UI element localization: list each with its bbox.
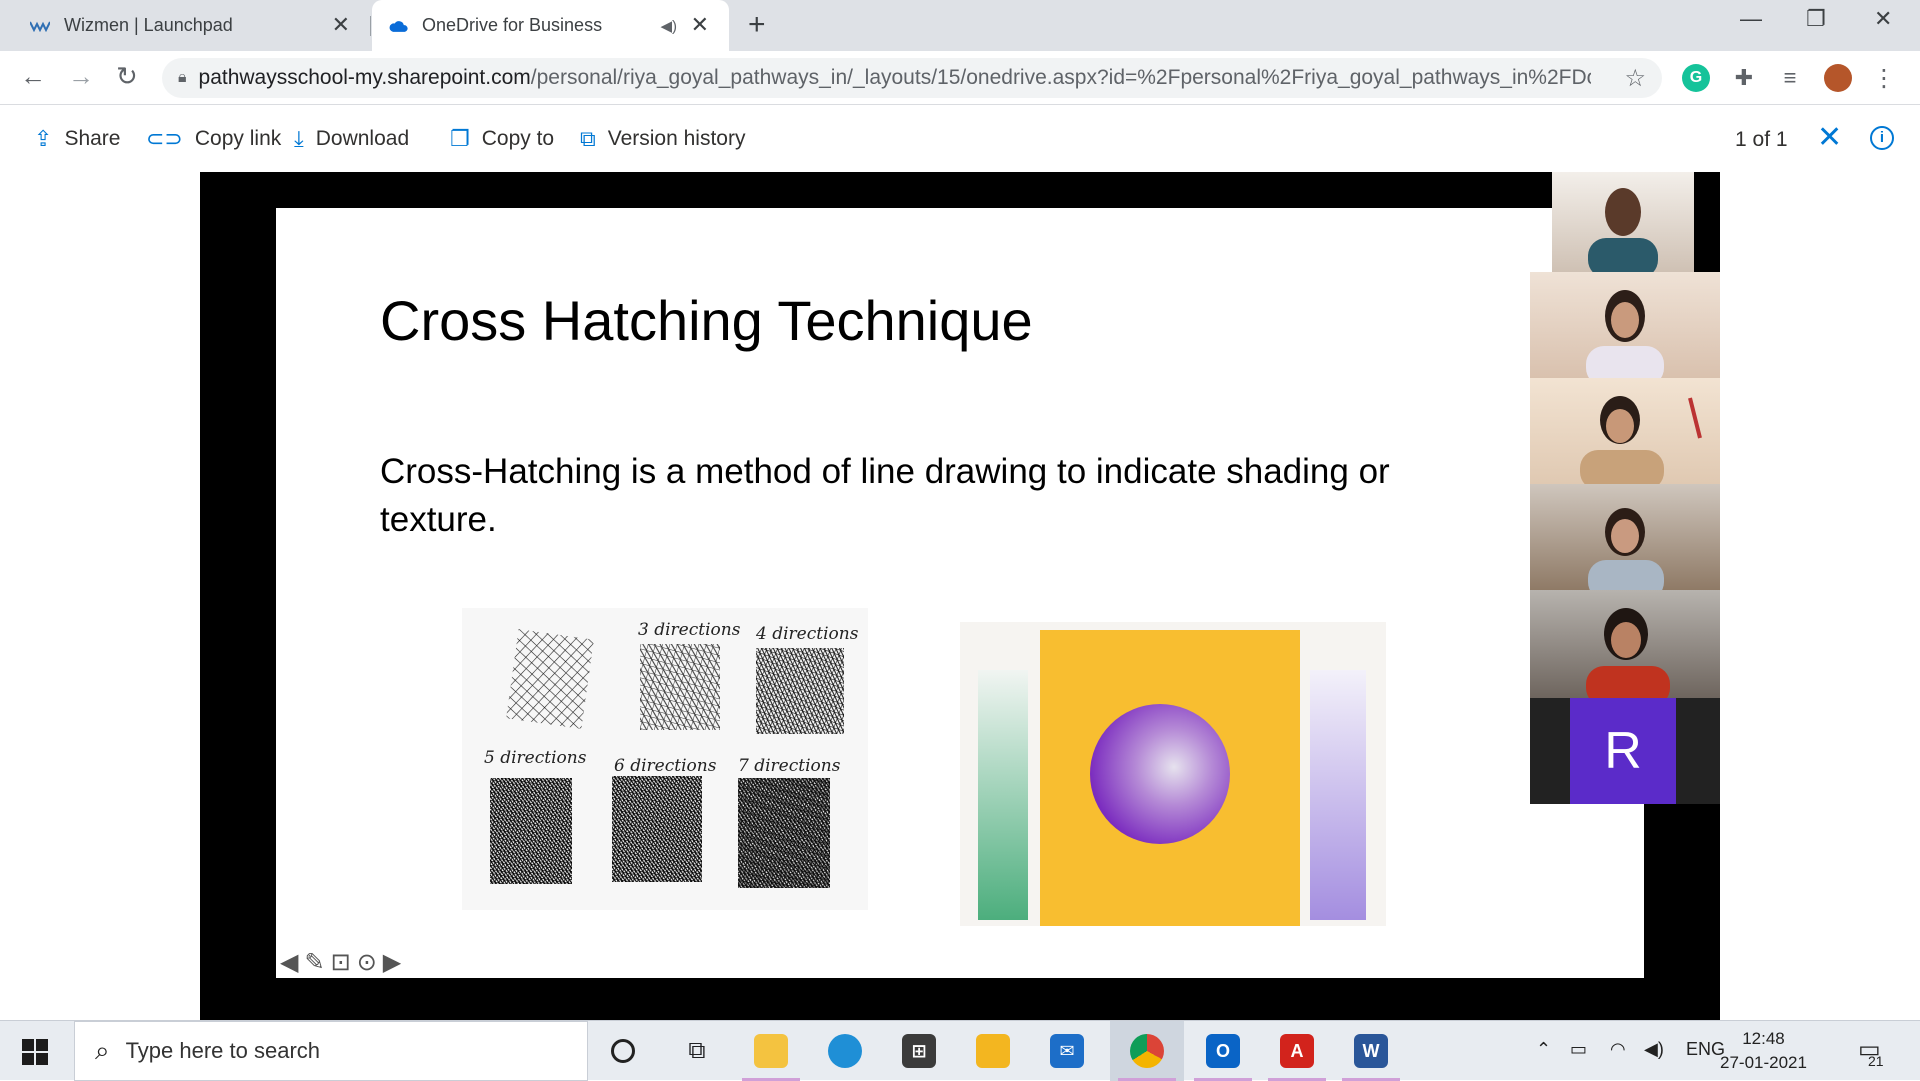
clock-time: 12:48 — [1742, 1029, 1785, 1048]
hatching-examples-image: 3 directions 4 directions 5 directions 6… — [462, 608, 868, 910]
onedrive-cloud-icon — [388, 16, 408, 36]
download-label: Download — [315, 127, 410, 150]
tab-wizmen[interactable]: Wizmen | Launchpad ✕ — [30, 0, 370, 51]
address-bar[interactable]: 🔒︎ pathwaysschool-my.sharepoint.com /per… — [162, 58, 1662, 98]
close-tab-icon[interactable]: ✕ — [691, 14, 709, 36]
version-history-icon: ⧉ — [580, 126, 596, 151]
file-explorer-icon[interactable] — [734, 1021, 808, 1081]
next-slide-icon[interactable]: ▶ — [383, 948, 401, 977]
crayon-artwork-image — [960, 622, 1386, 926]
search-icon: ⌕ — [95, 1035, 110, 1065]
command-bar: ⇪ Share ⊂⊃ Copy link ⤓ Download ❐ Copy t… — [0, 106, 1920, 172]
chrome-icon[interactable] — [1110, 1021, 1184, 1081]
tab-strip: Wizmen | Launchpad ✕ OneDrive for Busine… — [0, 0, 1920, 51]
version-history-label: Version history — [607, 127, 746, 150]
presentation-slide: Cross Hatching Technique Cross-Hatching … — [276, 208, 1644, 978]
edge-browser-icon[interactable] — [808, 1021, 882, 1081]
page-count: 1 of 1 — [1735, 128, 1788, 151]
more-options-icon[interactable]: ⊙ — [357, 948, 377, 977]
participant-avatar: R — [1570, 698, 1676, 804]
share-label: Share — [64, 127, 121, 150]
outlook-icon[interactable]: O — [1186, 1021, 1260, 1081]
windows-taskbar: ⌕ Type here to search ⧉ ⊞ ✉ O A W ⌃ ▭ ◠ … — [0, 1020, 1920, 1081]
info-icon[interactable]: i — [1870, 126, 1894, 150]
slide-body: Cross-Hatching is a method of line drawi… — [380, 452, 1390, 539]
task-view-icon[interactable]: ⧉ — [660, 1021, 734, 1081]
tab-title: OneDrive for Business — [422, 15, 603, 35]
close-tab-icon[interactable]: ✕ — [332, 14, 350, 36]
forward-arrow-icon[interactable]: → — [68, 61, 94, 91]
extensions-puzzle-icon[interactable]: ✚ — [1730, 64, 1758, 92]
participant-video-tile — [1552, 172, 1694, 272]
media-control-icon[interactable]: ≡ — [1776, 64, 1804, 92]
wifi-icon[interactable]: ◠ — [1610, 1039, 1626, 1060]
tab-divider — [370, 16, 371, 36]
cortana-icon[interactable] — [586, 1021, 660, 1081]
search-placeholder: Type here to search — [125, 1038, 321, 1063]
close-viewer-icon[interactable]: ✕ — [1817, 120, 1842, 155]
hatch-label-4: 4 directions — [756, 624, 859, 644]
minimize-icon[interactable]: — — [1740, 6, 1762, 32]
copy-link-button[interactable]: ⊂⊃ Copy link — [146, 126, 281, 152]
slide-title: Cross Hatching Technique — [380, 289, 1033, 352]
copy-icon: ❐ — [450, 126, 470, 151]
close-window-icon[interactable]: ✕ — [1874, 6, 1892, 32]
show-hidden-icons-chevron-icon[interactable]: ⌃ — [1536, 1039, 1551, 1060]
share-button[interactable]: ⇪ Share — [34, 126, 120, 152]
pen-icon[interactable]: ✎ — [304, 948, 324, 977]
volume-icon[interactable]: ◀) — [1644, 1039, 1664, 1060]
download-icon: ⤓ — [294, 126, 304, 151]
acrobat-icon[interactable]: A — [1260, 1021, 1334, 1081]
document-viewer: Cross Hatching Technique Cross-Hatching … — [200, 172, 1720, 1020]
bookmark-star-icon[interactable]: ☆ — [1624, 64, 1646, 93]
hatch-label-5: 5 directions — [484, 748, 587, 768]
windows-start-icon[interactable] — [22, 1039, 48, 1065]
participant-avatar-tile: R — [1530, 698, 1720, 804]
clock-date: 27-01-2021 — [1720, 1053, 1807, 1072]
reload-icon[interactable]: ↻ — [116, 61, 138, 91]
notification-count-badge: 21 — [1868, 1053, 1884, 1069]
copy-link-label: Copy link — [194, 127, 282, 150]
profile-avatar-icon[interactable] — [1824, 64, 1852, 92]
participant-video-tile — [1530, 590, 1720, 698]
system-clock[interactable]: 12:48 27-01-2021 — [1720, 1027, 1807, 1075]
menu-kebab-icon[interactable]: ⋮ — [1870, 64, 1898, 92]
url-path: /personal/riya_goyal_pathways_in/_layout… — [530, 66, 1591, 89]
wizmen-favicon-icon — [30, 16, 50, 36]
word-icon[interactable]: W — [1334, 1021, 1408, 1081]
participant-video-tile — [1530, 378, 1720, 484]
hatch-label-7: 7 directions — [738, 756, 841, 776]
browser-toolbar: ← → ↻ 🔒︎ pathwaysschool-my.sharepoint.co… — [0, 51, 1920, 105]
participant-video-tile — [1530, 484, 1720, 590]
battery-icon[interactable]: ▭ — [1570, 1039, 1587, 1060]
slide-view-icon[interactable]: ⊡ — [331, 948, 351, 977]
participant-video-tile — [1530, 272, 1720, 378]
version-history-button[interactable]: ⧉ Version history — [580, 126, 745, 152]
hatch-label-3: 3 directions — [638, 620, 741, 640]
sticky-folder-icon[interactable] — [956, 1021, 1030, 1081]
grammarly-icon[interactable]: G — [1682, 64, 1710, 92]
slide-controls: ◀ ✎ ⊡ ⊙ ▶ — [280, 948, 401, 977]
lock-icon: 🔒︎ — [178, 69, 187, 86]
tab-onedrive[interactable]: OneDrive for Business ◀) ✕ — [372, 0, 729, 51]
hatch-label-6: 6 directions — [614, 756, 717, 776]
download-button[interactable]: ⤓ Download — [294, 126, 409, 152]
speaker-icon[interactable]: ◀) — [660, 17, 677, 35]
previous-slide-icon[interactable]: ◀ — [280, 948, 298, 977]
copy-to-button[interactable]: ❐ Copy to — [450, 126, 554, 152]
microsoft-store-icon[interactable]: ⊞ — [882, 1021, 956, 1081]
new-tab-button[interactable]: + — [748, 10, 766, 40]
tab-title: Wizmen | Launchpad — [64, 15, 233, 35]
taskbar-search-input[interactable]: ⌕ Type here to search — [74, 1021, 588, 1081]
share-icon: ⇪ — [34, 126, 53, 151]
mail-icon[interactable]: ✉ — [1030, 1021, 1104, 1081]
link-icon: ⊂⊃ — [146, 126, 183, 151]
url-host: pathwaysschool-my.sharepoint.com — [198, 66, 531, 89]
copy-to-label: Copy to — [481, 127, 555, 150]
restore-icon[interactable]: ❐ — [1806, 6, 1826, 32]
back-arrow-icon[interactable]: ← — [20, 61, 46, 91]
